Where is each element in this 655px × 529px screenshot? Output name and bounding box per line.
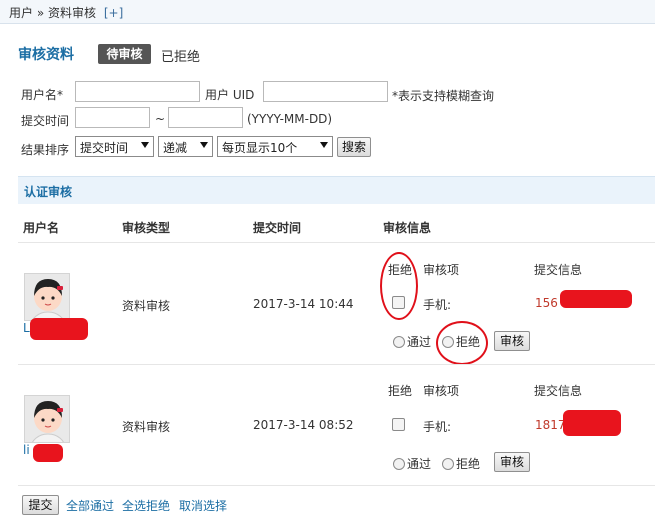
section-title: 认证审核: [24, 185, 73, 199]
username-input[interactable]: [75, 81, 200, 102]
per-page-select[interactable]: 每页显示10个: [217, 136, 333, 157]
approve-all-link[interactable]: 全部通过: [66, 497, 114, 514]
username-label: 用户名*: [21, 88, 64, 102]
submit-time: 2017-3-14 10:44: [253, 297, 354, 311]
field-value: 1817: [535, 418, 566, 432]
radio-icon: [393, 458, 405, 470]
redaction-mark: [33, 444, 63, 462]
reject-radio[interactable]: 拒绝: [442, 455, 480, 472]
chevron-down-icon: [200, 142, 208, 148]
search-button[interactable]: 搜索: [337, 137, 371, 157]
divider: [18, 242, 655, 243]
divider: [18, 364, 655, 365]
submit-button[interactable]: 提交: [22, 495, 59, 515]
sort-field-select[interactable]: 提交时间: [75, 136, 154, 157]
radio-icon: [442, 458, 454, 470]
annotation-circle: [380, 252, 418, 320]
redaction-mark: [30, 318, 88, 340]
fuzzy-hint: *表示支持模糊查询: [392, 89, 495, 103]
redaction-mark: [563, 410, 621, 436]
username-link[interactable]: li: [23, 443, 30, 457]
add-shortcut-link[interactable]: [+]: [104, 6, 123, 20]
annotation-circle: [436, 321, 488, 365]
breadcrumb-bar: 用户 » 资料审核 [+]: [0, 0, 655, 24]
breadcrumb-parent[interactable]: 用户: [9, 6, 33, 20]
item-header: 审核项: [423, 263, 460, 277]
sort-order-value: 递减: [163, 141, 188, 155]
username-link[interactable]: L: [23, 321, 30, 335]
col-submit-time: 提交时间: [253, 221, 302, 235]
review-type: 资料审核: [122, 420, 171, 434]
audit-button[interactable]: 审核: [494, 452, 530, 472]
review-type: 资料审核: [122, 299, 171, 313]
per-page-value: 每页显示10个: [222, 141, 298, 155]
cancel-selection-link[interactable]: 取消选择: [179, 497, 227, 514]
breadcrumb-separator: »: [36, 6, 45, 20]
chevron-down-icon: [141, 142, 149, 148]
reject-checkbox[interactable]: [392, 418, 405, 431]
divider: [18, 485, 655, 486]
end-date-input[interactable]: [168, 107, 243, 128]
info-header: 提交信息: [534, 384, 583, 398]
approve-label: 通过: [407, 457, 432, 471]
page-title: 审核资料: [18, 47, 74, 63]
start-date-input[interactable]: [75, 107, 150, 128]
field-label: 手机:: [423, 420, 452, 434]
uid-input[interactable]: [263, 81, 388, 102]
section-header: 认证审核: [18, 176, 655, 204]
breadcrumb-current: 资料审核: [48, 6, 97, 20]
tab-pending[interactable]: 待审核: [98, 44, 151, 64]
item-header: 审核项: [423, 384, 460, 398]
field-label: 手机:: [423, 298, 452, 312]
audit-button[interactable]: 审核: [494, 331, 530, 351]
col-review-info: 审核信息: [383, 221, 432, 235]
date-range-tilde: ~: [155, 112, 166, 126]
avatar[interactable]: [24, 395, 70, 443]
sort-order-select[interactable]: 递减: [158, 136, 213, 157]
submit-time: 2017-3-14 08:52: [253, 418, 354, 432]
sort-field-value: 提交时间: [80, 141, 129, 155]
approve-radio[interactable]: 通过: [393, 333, 431, 350]
reject-header: 拒绝: [388, 384, 413, 398]
radio-icon: [393, 336, 405, 348]
reject-all-link[interactable]: 全选拒绝: [122, 497, 170, 514]
sort-label: 结果排序: [21, 143, 70, 157]
field-value: 156: [535, 296, 558, 310]
approve-label: 通过: [407, 335, 432, 349]
chevron-down-icon: [320, 142, 328, 148]
info-header: 提交信息: [534, 263, 583, 277]
reject-label: 拒绝: [456, 457, 481, 471]
date-format-hint: (YYYY-MM-DD): [247, 112, 333, 126]
tab-rejected[interactable]: 已拒绝: [161, 46, 200, 65]
uid-label: 用户 UID: [205, 88, 255, 102]
col-username: 用户名: [23, 221, 60, 235]
col-review-type: 审核类型: [122, 221, 171, 235]
approve-radio[interactable]: 通过: [393, 455, 431, 472]
submit-time-label: 提交时间: [21, 114, 70, 128]
breadcrumb: 用户 » 资料审核 [+]: [9, 4, 123, 21]
avatar[interactable]: [24, 273, 70, 321]
redaction-mark: [560, 290, 632, 308]
